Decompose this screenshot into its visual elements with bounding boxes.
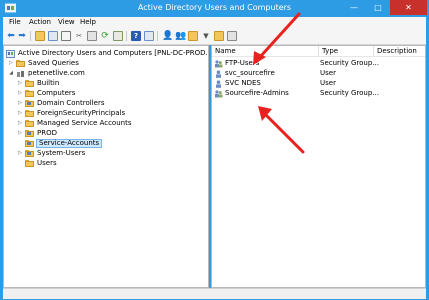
header-divider [212, 56, 425, 57]
tree-item-label: Users [37, 159, 57, 167]
tree-item-label: System-Users [37, 149, 86, 157]
minimize-button[interactable]: — [342, 0, 366, 15]
ou-folder-icon [25, 150, 34, 157]
table-row[interactable]: SVC NDES User [214, 79, 424, 88]
export-list-icon[interactable] [113, 31, 123, 41]
cut-icon[interactable]: ✂ [74, 31, 84, 41]
row-name: SVC NDES [225, 79, 261, 87]
tree-root-label: Active Directory Users and Computers [PN… [18, 49, 208, 57]
expand-arrow-icon[interactable]: ▷ [17, 89, 23, 98]
menu-bar: File Action View Help [3, 17, 426, 28]
copy-icon[interactable] [87, 31, 97, 41]
collapse-arrow-icon[interactable]: ◢ [8, 69, 14, 78]
tree-item-label: PROD [37, 129, 57, 137]
row-name: svc_sourcefire [225, 69, 275, 77]
ou-folder-icon [25, 140, 34, 147]
table-row[interactable]: FTP-Users Security Group... [214, 59, 424, 68]
folder-icon [25, 110, 34, 117]
row-type: Security Group... [320, 89, 379, 97]
new-group-icon[interactable]: 👥 [175, 31, 186, 41]
new-ou-icon[interactable] [188, 31, 198, 41]
domain-icon [17, 71, 24, 77]
column-header-name[interactable]: Name [212, 46, 319, 56]
forward-arrow-icon[interactable]: ➡ [17, 31, 27, 41]
toolbar: ⬅ ➡ ✂ ⟳ ? 👤 👥 ▼ [3, 28, 426, 45]
menu-help[interactable]: Help [80, 18, 96, 26]
add-to-group-icon[interactable] [214, 31, 224, 41]
tree-item-label: Computers [37, 89, 76, 97]
column-header-description[interactable]: Description [374, 46, 425, 56]
row-type: User [320, 79, 336, 87]
tree-item-label-selected: Service-Accounts [36, 139, 103, 148]
expand-arrow-icon[interactable]: ▷ [8, 59, 14, 68]
toolbar-separator [30, 31, 31, 41]
show-hide-console-tree-icon[interactable] [48, 31, 58, 41]
tree-item-label: Domain Controllers [37, 99, 105, 107]
back-arrow-icon[interactable]: ⬅ [6, 31, 16, 41]
menu-view[interactable]: View [58, 18, 75, 26]
group-icon [215, 60, 223, 68]
filter-icon[interactable]: ▼ [201, 31, 211, 41]
application-window: Active Directory Users and Computers — □… [0, 0, 429, 300]
folder-icon [25, 80, 34, 87]
user-icon [216, 70, 221, 78]
new-user-icon[interactable]: 👤 [162, 31, 173, 41]
console-tree-pane: Active Directory Users and Computers [PN… [3, 45, 209, 288]
close-button[interactable]: ✕ [390, 0, 427, 15]
expand-arrow-icon[interactable]: ▷ [17, 99, 23, 108]
table-row[interactable]: Sourcefire-Admins Security Group... [214, 89, 424, 98]
tree-item-label: ForeignSecurityPrincipals [37, 109, 126, 117]
console-view-icon[interactable] [144, 31, 154, 41]
ou-folder-icon [25, 130, 34, 137]
status-bar [3, 288, 426, 299]
tree-item-label: Builtin [37, 79, 60, 87]
row-type: Security Group... [320, 59, 379, 67]
expand-arrow-icon[interactable]: ▷ [17, 119, 23, 128]
find-icon[interactable] [227, 31, 237, 41]
folder-icon [25, 160, 34, 167]
maximize-button[interactable]: □ [366, 0, 390, 15]
expand-arrow-icon[interactable]: ▷ [17, 109, 23, 118]
toolbar-separator [157, 31, 158, 41]
title-bar[interactable]: Active Directory Users and Computers — □… [0, 0, 429, 17]
group-icon [215, 90, 223, 98]
menu-file[interactable]: File [9, 18, 21, 26]
user-icon [216, 80, 221, 88]
expand-arrow-icon[interactable]: ▷ [17, 79, 23, 88]
row-name: FTP-Users [225, 59, 260, 67]
toolbar-separator [126, 31, 127, 41]
table-row[interactable]: svc_sourcefire User [214, 69, 424, 78]
column-header-type[interactable]: Type [319, 46, 374, 56]
ou-folder-icon [25, 100, 34, 107]
tree-item-label: Saved Queries [28, 59, 79, 67]
tree-item-label: Managed Service Accounts [37, 119, 132, 127]
help-icon[interactable]: ? [131, 31, 141, 41]
expand-arrow-icon[interactable]: ▷ [17, 129, 23, 138]
row-type: User [320, 69, 336, 77]
properties-page-icon[interactable] [61, 31, 71, 41]
menu-action[interactable]: Action [29, 18, 51, 26]
refresh-icon[interactable]: ⟳ [100, 31, 110, 41]
aduc-root-icon [6, 50, 15, 58]
row-name: Sourcefire-Admins [225, 89, 289, 97]
folder-icon [16, 60, 25, 67]
folder-icon [25, 120, 34, 127]
details-pane: Name Type Description FTP-Users Security… [211, 45, 426, 288]
expand-arrow-icon[interactable]: ▷ [17, 149, 23, 158]
folder-icon [25, 90, 34, 97]
tree-item-label: petenetlive.com [28, 69, 85, 77]
up-folder-icon[interactable] [35, 31, 45, 41]
